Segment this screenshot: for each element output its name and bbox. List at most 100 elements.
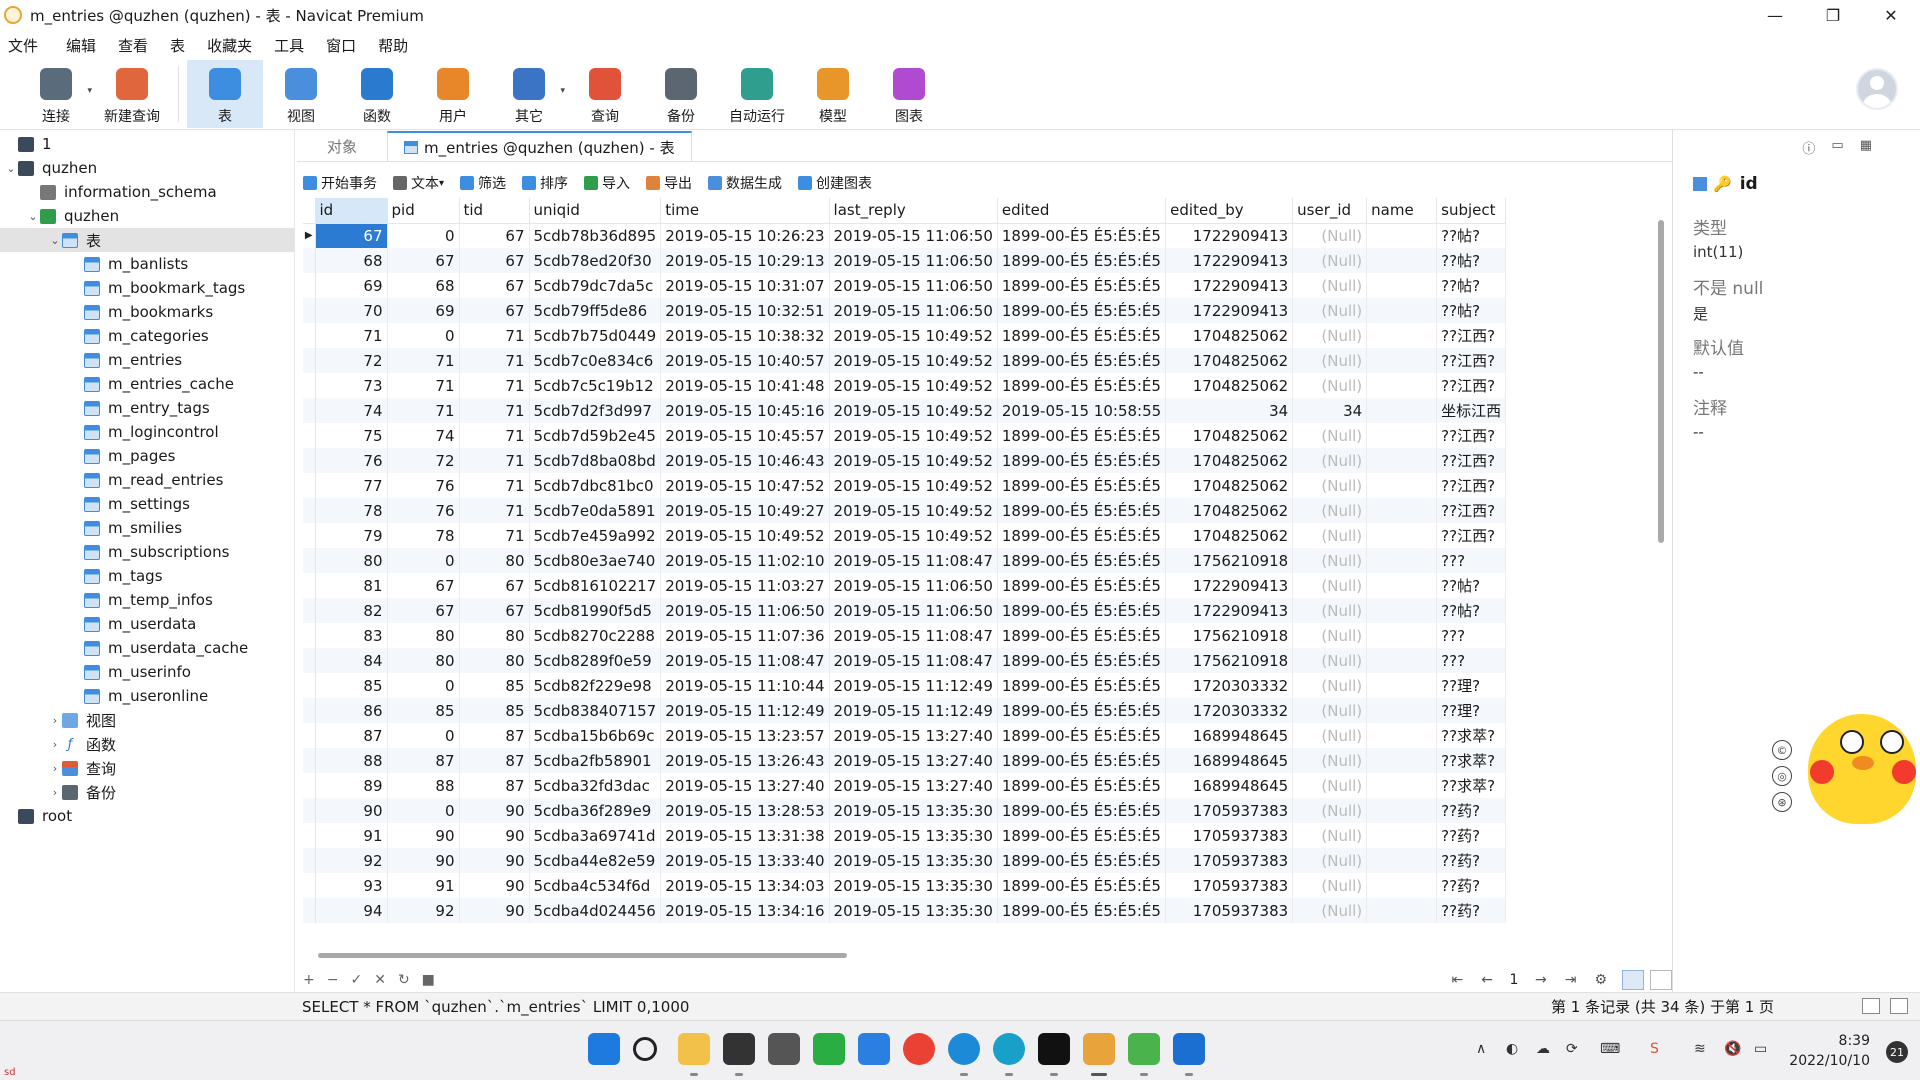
- cell-subject[interactable]: ??帖?: [1436, 273, 1507, 298]
- cell-edited[interactable]: 1899-00-É5 É5:É5:É5: [997, 223, 1167, 248]
- cell-name[interactable]: [1366, 423, 1438, 448]
- toolbar-button-query[interactable]: 查询: [567, 60, 643, 128]
- cell-edited_by[interactable]: 1705937383: [1165, 823, 1294, 848]
- cell-tid[interactable]: 67: [459, 273, 530, 298]
- cell-tid[interactable]: 67: [459, 298, 530, 323]
- chevron-down-icon[interactable]: ⌄: [48, 234, 62, 247]
- minimize-button[interactable]: —: [1746, 0, 1804, 30]
- cell-user_id[interactable]: (Null): [1292, 448, 1368, 473]
- cell-last_reply[interactable]: 2019-05-15 13:35:30: [829, 798, 998, 823]
- cell-subject[interactable]: ??江西?: [1436, 423, 1507, 448]
- cell-user_id[interactable]: (Null): [1292, 573, 1368, 598]
- cell-uniqid[interactable]: 5cdba36f289e9: [529, 798, 662, 823]
- cell-edited[interactable]: 1899-00-É5 É5:É5:É5: [997, 423, 1167, 448]
- info-icon[interactable]: ⓘ: [1802, 138, 1815, 157]
- table-row[interactable]: 94 92 90 5cdba4d024456 2019-05-15 13:34:16 20…: [303, 898, 1507, 923]
- cell-uniqid[interactable]: 5cdb81990f5d5: [529, 598, 662, 623]
- subtoolbar-button-text[interactable]: 文本 ▾: [393, 173, 444, 193]
- toggle-right-panel-button[interactable]: [1890, 998, 1908, 1014]
- cell-edited[interactable]: 2019-05-15 10:58:55: [997, 398, 1167, 423]
- cell-edited_by[interactable]: 1705937383: [1165, 898, 1294, 923]
- table-row[interactable]: 82 67 67 5cdb81990f5d5 2019-05-15 11:06:50 20…: [303, 598, 1507, 623]
- keyboard-icon[interactable]: ⌨: [1600, 1041, 1620, 1057]
- cell-id[interactable]: 78: [315, 498, 388, 523]
- cell-tid[interactable]: 80: [459, 648, 530, 673]
- tree-item[interactable]: m_entries_cache: [0, 372, 294, 396]
- cell-subject[interactable]: ??药?: [1436, 898, 1507, 923]
- cell-subject[interactable]: ??江西?: [1436, 473, 1507, 498]
- cell-tid[interactable]: 90: [459, 823, 530, 848]
- cell-edited[interactable]: 1899-00-É5 É5:É5:É5: [997, 373, 1167, 398]
- cell-id[interactable]: 67: [315, 223, 388, 248]
- cell-subject[interactable]: ??江西?: [1436, 373, 1507, 398]
- refresh-button[interactable]: ↻: [398, 972, 410, 988]
- cell-last_reply[interactable]: 2019-05-15 13:27:40: [829, 723, 998, 748]
- cell-uniqid[interactable]: 5cdba3a69741d: [529, 823, 662, 848]
- cell-id[interactable]: 71: [315, 323, 388, 348]
- cell-user_id[interactable]: (Null): [1292, 698, 1368, 723]
- cell-pid[interactable]: 90: [387, 848, 460, 873]
- cell-user_id[interactable]: (Null): [1292, 873, 1368, 898]
- cell-id[interactable]: 73: [315, 373, 388, 398]
- cell-edited_by[interactable]: 1704825062: [1165, 448, 1294, 473]
- cell-uniqid[interactable]: 5cdba4c534f6d: [529, 873, 662, 898]
- cell-tid[interactable]: 71: [459, 498, 530, 523]
- cell-last_reply[interactable]: 2019-05-15 11:08:47: [829, 648, 998, 673]
- cell-subject[interactable]: ??帖?: [1436, 598, 1507, 623]
- cell-id[interactable]: 90: [315, 798, 388, 823]
- cell-subject[interactable]: ??江西?: [1436, 498, 1507, 523]
- cell-subject[interactable]: ??药?: [1436, 798, 1507, 823]
- tree-item[interactable]: m_userdata_cache: [0, 636, 294, 660]
- app-blue-icon[interactable]: [1173, 1033, 1205, 1065]
- cell-id[interactable]: 93: [315, 873, 388, 898]
- chevron-down-icon[interactable]: ⌄: [4, 162, 18, 175]
- wifi-icon[interactable]: ≋: [1694, 1041, 1706, 1057]
- cell-time[interactable]: 2019-05-15 11:07:36: [660, 623, 830, 648]
- cell-name[interactable]: [1366, 523, 1438, 548]
- cell-edited[interactable]: 1899-00-É5 É5:É5:É5: [997, 873, 1167, 898]
- tree-item[interactable]: m_read_entries: [0, 468, 294, 492]
- cell-time[interactable]: 2019-05-15 11:08:47: [660, 648, 830, 673]
- cell-user_id[interactable]: (Null): [1292, 248, 1368, 273]
- row-marker[interactable]: [303, 398, 316, 423]
- cell-time[interactable]: 2019-05-15 11:03:27: [660, 573, 830, 598]
- cell-edited_by[interactable]: 1704825062: [1165, 498, 1294, 523]
- cell-last_reply[interactable]: 2019-05-15 11:06:50: [829, 248, 998, 273]
- cell-name[interactable]: [1366, 648, 1438, 673]
- wps-icon[interactable]: S: [1650, 1041, 1659, 1057]
- tree-item[interactable]: m_temp_infos: [0, 588, 294, 612]
- menu-item[interactable]: 表: [159, 35, 196, 56]
- cell-user_id[interactable]: (Null): [1292, 673, 1368, 698]
- cell-time[interactable]: 2019-05-15 10:46:43: [660, 448, 830, 473]
- cell-time[interactable]: 2019-05-15 10:38:32: [660, 323, 830, 348]
- page-settings-icon[interactable]: ⚙: [1594, 972, 1607, 988]
- tree-item[interactable]: › ƒ 函数: [0, 732, 294, 756]
- cell-edited_by[interactable]: 1705937383: [1165, 873, 1294, 898]
- prev-page-button[interactable]: ←: [1481, 972, 1493, 988]
- cell-time[interactable]: 2019-05-15 10:32:51: [660, 298, 830, 323]
- chevron-right-icon[interactable]: ›: [48, 762, 62, 775]
- toolbar-button-user[interactable]: 用户: [415, 60, 491, 128]
- table-row[interactable]: 74 71 71 5cdb7d2f3d997 2019-05-15 10:45:16 20…: [303, 398, 1507, 423]
- cell-tid[interactable]: 71: [459, 473, 530, 498]
- cell-edited[interactable]: 1899-00-É5 É5:É5:É5: [997, 723, 1167, 748]
- cell-tid[interactable]: 85: [459, 673, 530, 698]
- cell-time[interactable]: 2019-05-15 13:31:38: [660, 823, 830, 848]
- toolbar-button-chart[interactable]: 图表: [871, 60, 947, 128]
- table-row[interactable]: 91 90 90 5cdba3a69741d 2019-05-15 13:31:38 20…: [303, 823, 1507, 848]
- chevron-down-icon[interactable]: ⌄: [26, 210, 40, 223]
- column-header-name[interactable]: name: [1366, 198, 1438, 224]
- file-explorer-icon[interactable]: [678, 1033, 710, 1065]
- cell-user_id[interactable]: (Null): [1292, 598, 1368, 623]
- tree-item[interactable]: m_tags: [0, 564, 294, 588]
- cell-id[interactable]: 84: [315, 648, 388, 673]
- cell-uniqid[interactable]: 5cdb79dc7da5c: [529, 273, 662, 298]
- cell-name[interactable]: [1366, 723, 1438, 748]
- cell-pid[interactable]: 0: [387, 723, 460, 748]
- row-marker[interactable]: [303, 498, 316, 523]
- table-row[interactable]: 89 88 87 5cdba32fd3dac 2019-05-15 13:27:40 20…: [303, 773, 1507, 798]
- cell-name[interactable]: [1366, 573, 1438, 598]
- cell-subject[interactable]: ??江西?: [1436, 523, 1507, 548]
- tree-item[interactable]: m_useronline: [0, 684, 294, 708]
- cell-uniqid[interactable]: 5cdba15b6b69c: [529, 723, 662, 748]
